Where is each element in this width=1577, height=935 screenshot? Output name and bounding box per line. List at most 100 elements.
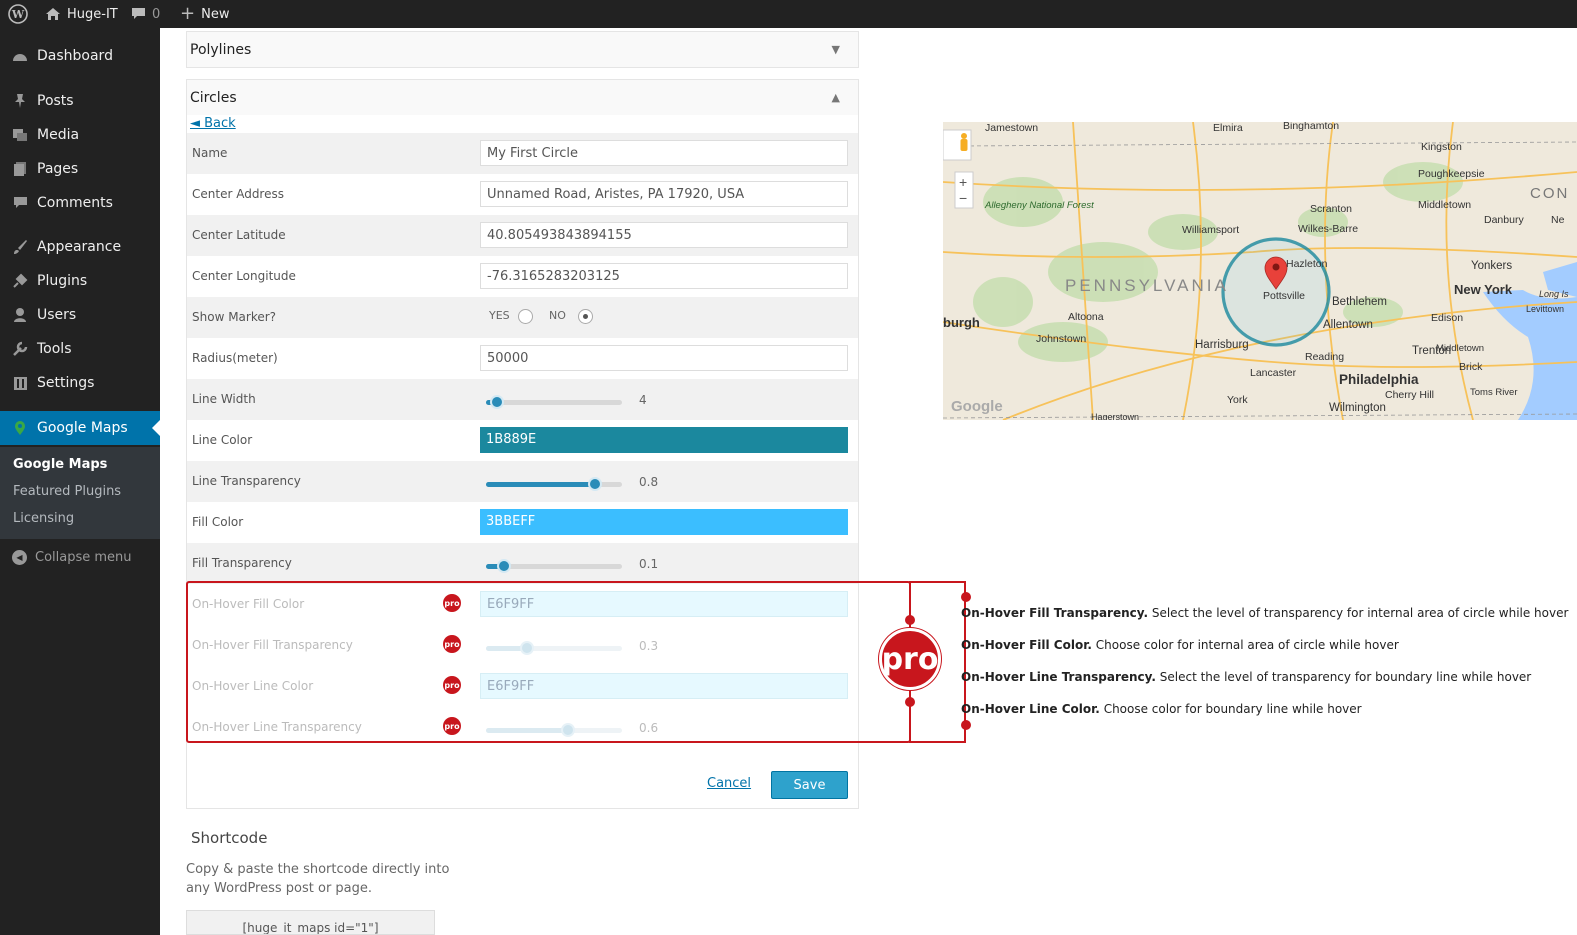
submenu-licensing[interactable]: Licensing (13, 511, 74, 526)
slider-handle[interactable] (587, 477, 602, 491)
sidebar-item-google-maps[interactable]: Google Maps (0, 411, 160, 445)
map-city-label: Kingston (1421, 141, 1462, 153)
map-city-label: Johnstown (1036, 333, 1086, 345)
row-radius: Radius(meter) 50000 (187, 338, 858, 379)
circles-title: Circles (190, 89, 237, 106)
cancel-link[interactable]: Cancel (707, 776, 751, 791)
pro-note: On-Hover Line Color. Choose color for bo… (961, 702, 1362, 716)
map-city-label: Yonkers (1471, 260, 1512, 272)
connector-dot (961, 592, 971, 602)
collapse-arrow-up-icon: ▲ (831, 91, 840, 104)
yes-label: YES (489, 309, 510, 322)
pro-note-text: Select the level of transparency for bou… (1155, 670, 1532, 684)
shortcode-box[interactable]: [huge_it_maps id="1"] (186, 910, 435, 935)
line-width-label: Line Width (192, 392, 256, 406)
map-city-label: Brick (1459, 361, 1483, 373)
pro-note-title: On-Hover Fill Color. (961, 638, 1092, 652)
marker-yes-radio[interactable] (518, 309, 533, 324)
map-city-label: Edison (1431, 312, 1463, 324)
sidebar-item-users[interactable]: Users (0, 298, 160, 332)
row-fill-color: Fill Color 3BBEFF (187, 502, 858, 543)
center-latitude-input[interactable]: 40.805493843894155 (480, 222, 848, 248)
polylines-panel-header[interactable]: Polylines ▼ (186, 31, 859, 68)
pro-note-title: On-Hover Fill Transparency. (961, 606, 1149, 620)
svg-text:W: W (11, 8, 25, 21)
map-city-label: York (1227, 394, 1248, 406)
line-transparency-slider[interactable] (486, 477, 622, 491)
comments-link[interactable]: 0 (131, 0, 160, 28)
row-name: Name My First Circle (187, 133, 858, 174)
sidebar-item-media[interactable]: Media (0, 118, 160, 152)
comment-bubble-icon (132, 8, 145, 19)
line-width-slider[interactable] (486, 395, 622, 409)
site-name-link[interactable]: Huge-IT (45, 0, 118, 28)
map-city-label: Lancaster (1250, 367, 1297, 379)
sidebar-item-settings[interactable]: Settings (0, 366, 160, 400)
pro-note-text: Choose color for boundary line while hov… (1099, 702, 1362, 716)
pro-note-text: Choose color for internal area of circle… (1091, 638, 1399, 652)
sidebar-item-comments[interactable]: Comments (0, 186, 160, 220)
submenu-featured-plugins[interactable]: Featured Plugins (13, 484, 121, 499)
pro-note-title: On-Hover Line Transparency. (961, 670, 1156, 684)
wordpress-logo-icon[interactable]: W (8, 0, 28, 28)
sidebar-item-pages[interactable]: Pages (0, 152, 160, 186)
map-city-label: Levittown (1526, 304, 1564, 314)
map-city-label: Williamsport (1182, 224, 1239, 236)
sidebar-item-appearance[interactable]: Appearance (0, 230, 160, 264)
slider-handle[interactable] (496, 559, 511, 573)
map-canvas: Jamestown Elmira Binghamton Kingston Pou… (943, 122, 1577, 420)
map-city-label: Long Is (1539, 289, 1569, 299)
connector-dot (961, 720, 971, 730)
sidebar-item-plugins[interactable]: Plugins (0, 264, 160, 298)
sidebar-item-label: Pages (37, 161, 79, 177)
map-pin-icon (12, 420, 28, 436)
new-content-link[interactable]: + New (180, 0, 229, 28)
pro-connector (909, 581, 966, 583)
marker-no-radio[interactable] (578, 309, 593, 324)
fill-color-input[interactable]: 3BBEFF (480, 509, 848, 535)
line-color-input[interactable]: 1B889E (480, 427, 848, 453)
paintbrush-icon (12, 239, 28, 255)
sidebar-item-label: Settings (37, 375, 95, 391)
pro-note: On-Hover Fill Transparency. Select the l… (961, 606, 1568, 620)
sidebar-item-label: Comments (37, 195, 113, 211)
sidebar-item-label: Plugins (37, 273, 88, 289)
map-city-label: Poughkeepsie (1418, 168, 1485, 180)
submenu-google-maps[interactable]: Google Maps (13, 457, 107, 472)
new-label: New (201, 6, 230, 22)
map-preview[interactable]: Jamestown Elmira Binghamton Kingston Pou… (943, 122, 1577, 420)
center-address-input[interactable]: Unnamed Road, Aristes, PA 17920, USA (480, 181, 848, 207)
center-address-label: Center Address (192, 187, 284, 201)
slider-handle[interactable] (489, 395, 504, 409)
fill-transparency-slider[interactable] (486, 559, 622, 573)
home-icon (46, 8, 60, 20)
name-input[interactable]: My First Circle (480, 140, 848, 166)
show-marker-label: Show Marker? (192, 310, 277, 324)
row-line-color: Line Color 1B889E (187, 420, 858, 461)
sidebar-item-posts[interactable]: Posts (0, 84, 160, 118)
map-city-label: Wilkes-Barre (1298, 223, 1358, 235)
fill-color-label: Fill Color (192, 515, 244, 529)
line-width-value: 4 (639, 393, 647, 407)
pro-note-title: On-Hover Line Color. (961, 702, 1100, 716)
sidebar-item-tools[interactable]: Tools (0, 332, 160, 366)
sidebar-item-label: Media (37, 127, 80, 143)
pro-note-text: Select the level of transparency for int… (1148, 606, 1569, 620)
sidebar-item-label: Dashboard (37, 48, 113, 64)
map-city-label: Hazleton (1286, 258, 1328, 270)
center-latitude-label: Center Latitude (192, 228, 286, 242)
sidebar-item-label: Google Maps (37, 420, 128, 436)
save-button[interactable]: Save (771, 771, 848, 799)
map-city-label: Altoona (1068, 311, 1104, 323)
map-city-label: Cherry Hill (1385, 389, 1434, 401)
collapse-label: Collapse menu (35, 549, 132, 565)
circles-panel-header[interactable]: Circles ▲ (186, 79, 859, 116)
row-center-address: Center Address Unnamed Road, Aristes, PA… (187, 174, 858, 215)
back-link[interactable]: ◄ Back (190, 116, 236, 131)
center-longitude-input[interactable]: -76.3165283203125 (480, 263, 848, 289)
collapse-menu-button[interactable]: ◀ Collapse menu (0, 542, 160, 572)
sidebar-item-label: Appearance (37, 239, 122, 255)
sidebar-item-dashboard[interactable]: Dashboard (0, 39, 160, 73)
map-city-label: Philadelphia (1339, 372, 1419, 387)
radius-input[interactable]: 50000 (480, 345, 848, 371)
